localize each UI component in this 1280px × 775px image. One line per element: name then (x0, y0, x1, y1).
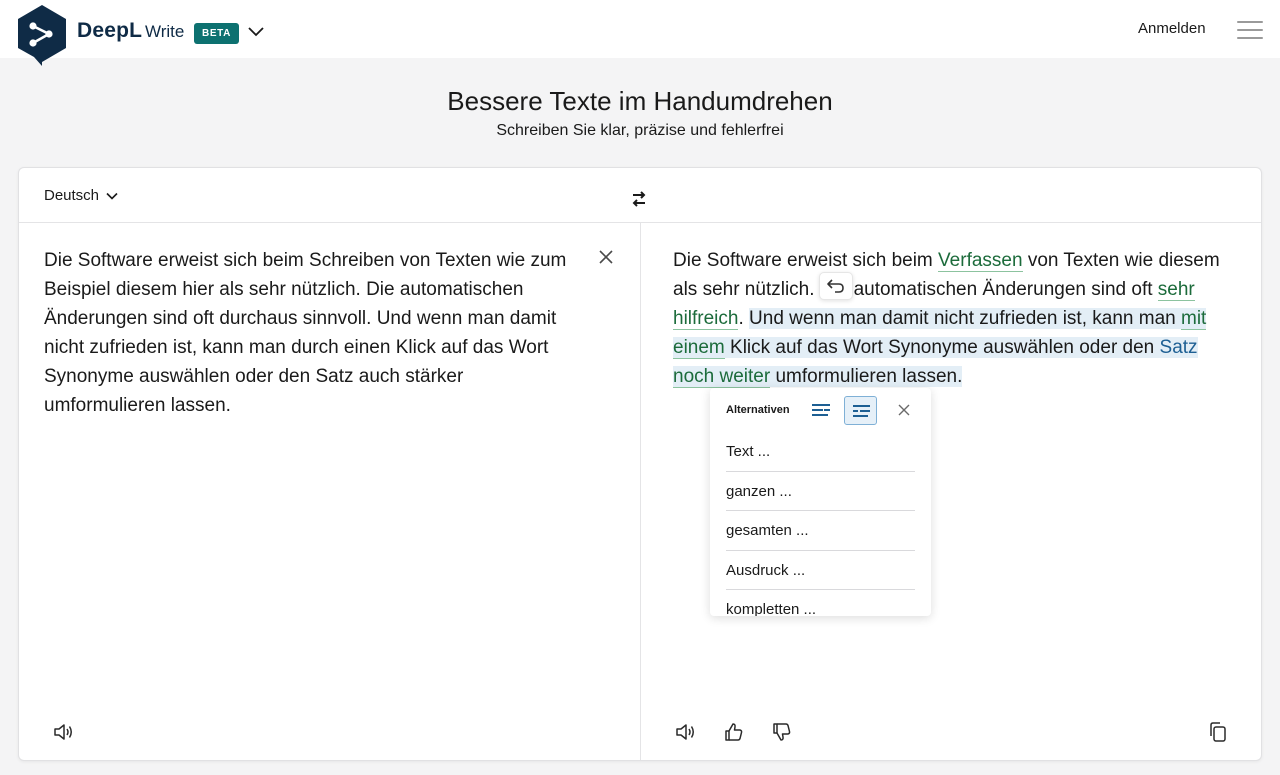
alternative-item[interactable]: Text ... (726, 432, 915, 472)
language-label: Deutsch (44, 187, 100, 204)
copy-icon[interactable] (1205, 719, 1231, 745)
source-textarea[interactable]: Die Software erweist sich beim Schreiben… (44, 246, 589, 420)
language-select[interactable]: Deutsch (44, 187, 119, 204)
chevron-down-icon[interactable] (246, 22, 266, 42)
alternative-item[interactable]: Ausdruck ... (726, 551, 915, 590)
output-text-segment: Und wenn man damit nicht zufrieden ist, … (749, 308, 1181, 329)
brand-name[interactable]: DeepL (77, 19, 142, 43)
sentence-alternatives-icon[interactable] (844, 396, 877, 425)
changed-word[interactable]: mit (1181, 308, 1207, 330)
alternatives-heading: Alternativen (726, 404, 790, 416)
output-text-segment: umformulieren lassen. (770, 366, 963, 387)
swap-arrows-icon[interactable] (629, 188, 649, 210)
changed-word[interactable]: einem (673, 337, 725, 359)
close-icon[interactable] (597, 248, 615, 266)
changed-word[interactable]: noch weiter (673, 366, 771, 388)
page-title: Bessere Texte im Handumdrehen (447, 86, 833, 116)
undo-icon[interactable] (819, 272, 853, 300)
speaker-icon[interactable] (672, 719, 698, 745)
alternatives-list: Text ... ganzen ... gesamten ... Ausdruc… (726, 432, 915, 616)
output-text-segment: Die Software erweist sich beim (673, 250, 939, 271)
changed-word[interactable]: Verfassen (938, 250, 1023, 272)
improved-text-output[interactable]: Die Software erweist sich beim Verfassen… (673, 246, 1243, 391)
page-subtitle: Schreiben Sie klar, präzise und fehlerfr… (496, 122, 784, 139)
selected-sentence[interactable]: Und wenn man damit nicht zufrieden ist, … (673, 308, 1207, 388)
editor-toolbar: Deutsch (19, 168, 1261, 223)
word-alternatives-icon[interactable] (808, 397, 834, 423)
deepl-logo-icon[interactable] (16, 4, 68, 66)
close-icon[interactable] (895, 401, 913, 419)
active-word[interactable]: Satz (1160, 337, 1198, 358)
speaker-icon[interactable] (50, 719, 76, 745)
alternative-item[interactable]: gesamten ... (726, 511, 915, 551)
changed-word[interactable]: hilfreich (673, 308, 739, 330)
top-bar: DeepL Write BETA Anmelden (0, 0, 1280, 66)
beta-badge: BETA (194, 23, 239, 44)
changed-word[interactable]: sehr (1157, 279, 1195, 301)
editor-card: Deutsch Die Software erweist sich beim S… (18, 167, 1262, 761)
thumbs-down-icon[interactable] (769, 719, 795, 745)
thumbs-up-icon[interactable] (721, 719, 747, 745)
hamburger-menu-icon[interactable] (1237, 21, 1263, 41)
alternatives-popup: Alternativen Text ... ganzen ... gesamte… (710, 388, 931, 616)
chevron-down-icon (106, 192, 118, 200)
output-text-segment: . (738, 308, 750, 329)
alternative-item[interactable]: kompletten ... (726, 590, 915, 616)
output-text-segment: Klick auf das Wort Synonyme auswählen od… (724, 337, 1160, 358)
brand-product[interactable]: Write (145, 22, 184, 42)
panel-divider (640, 223, 641, 760)
alternative-item[interactable]: ganzen ... (726, 472, 915, 511)
signin-link[interactable]: Anmelden (1138, 20, 1206, 37)
